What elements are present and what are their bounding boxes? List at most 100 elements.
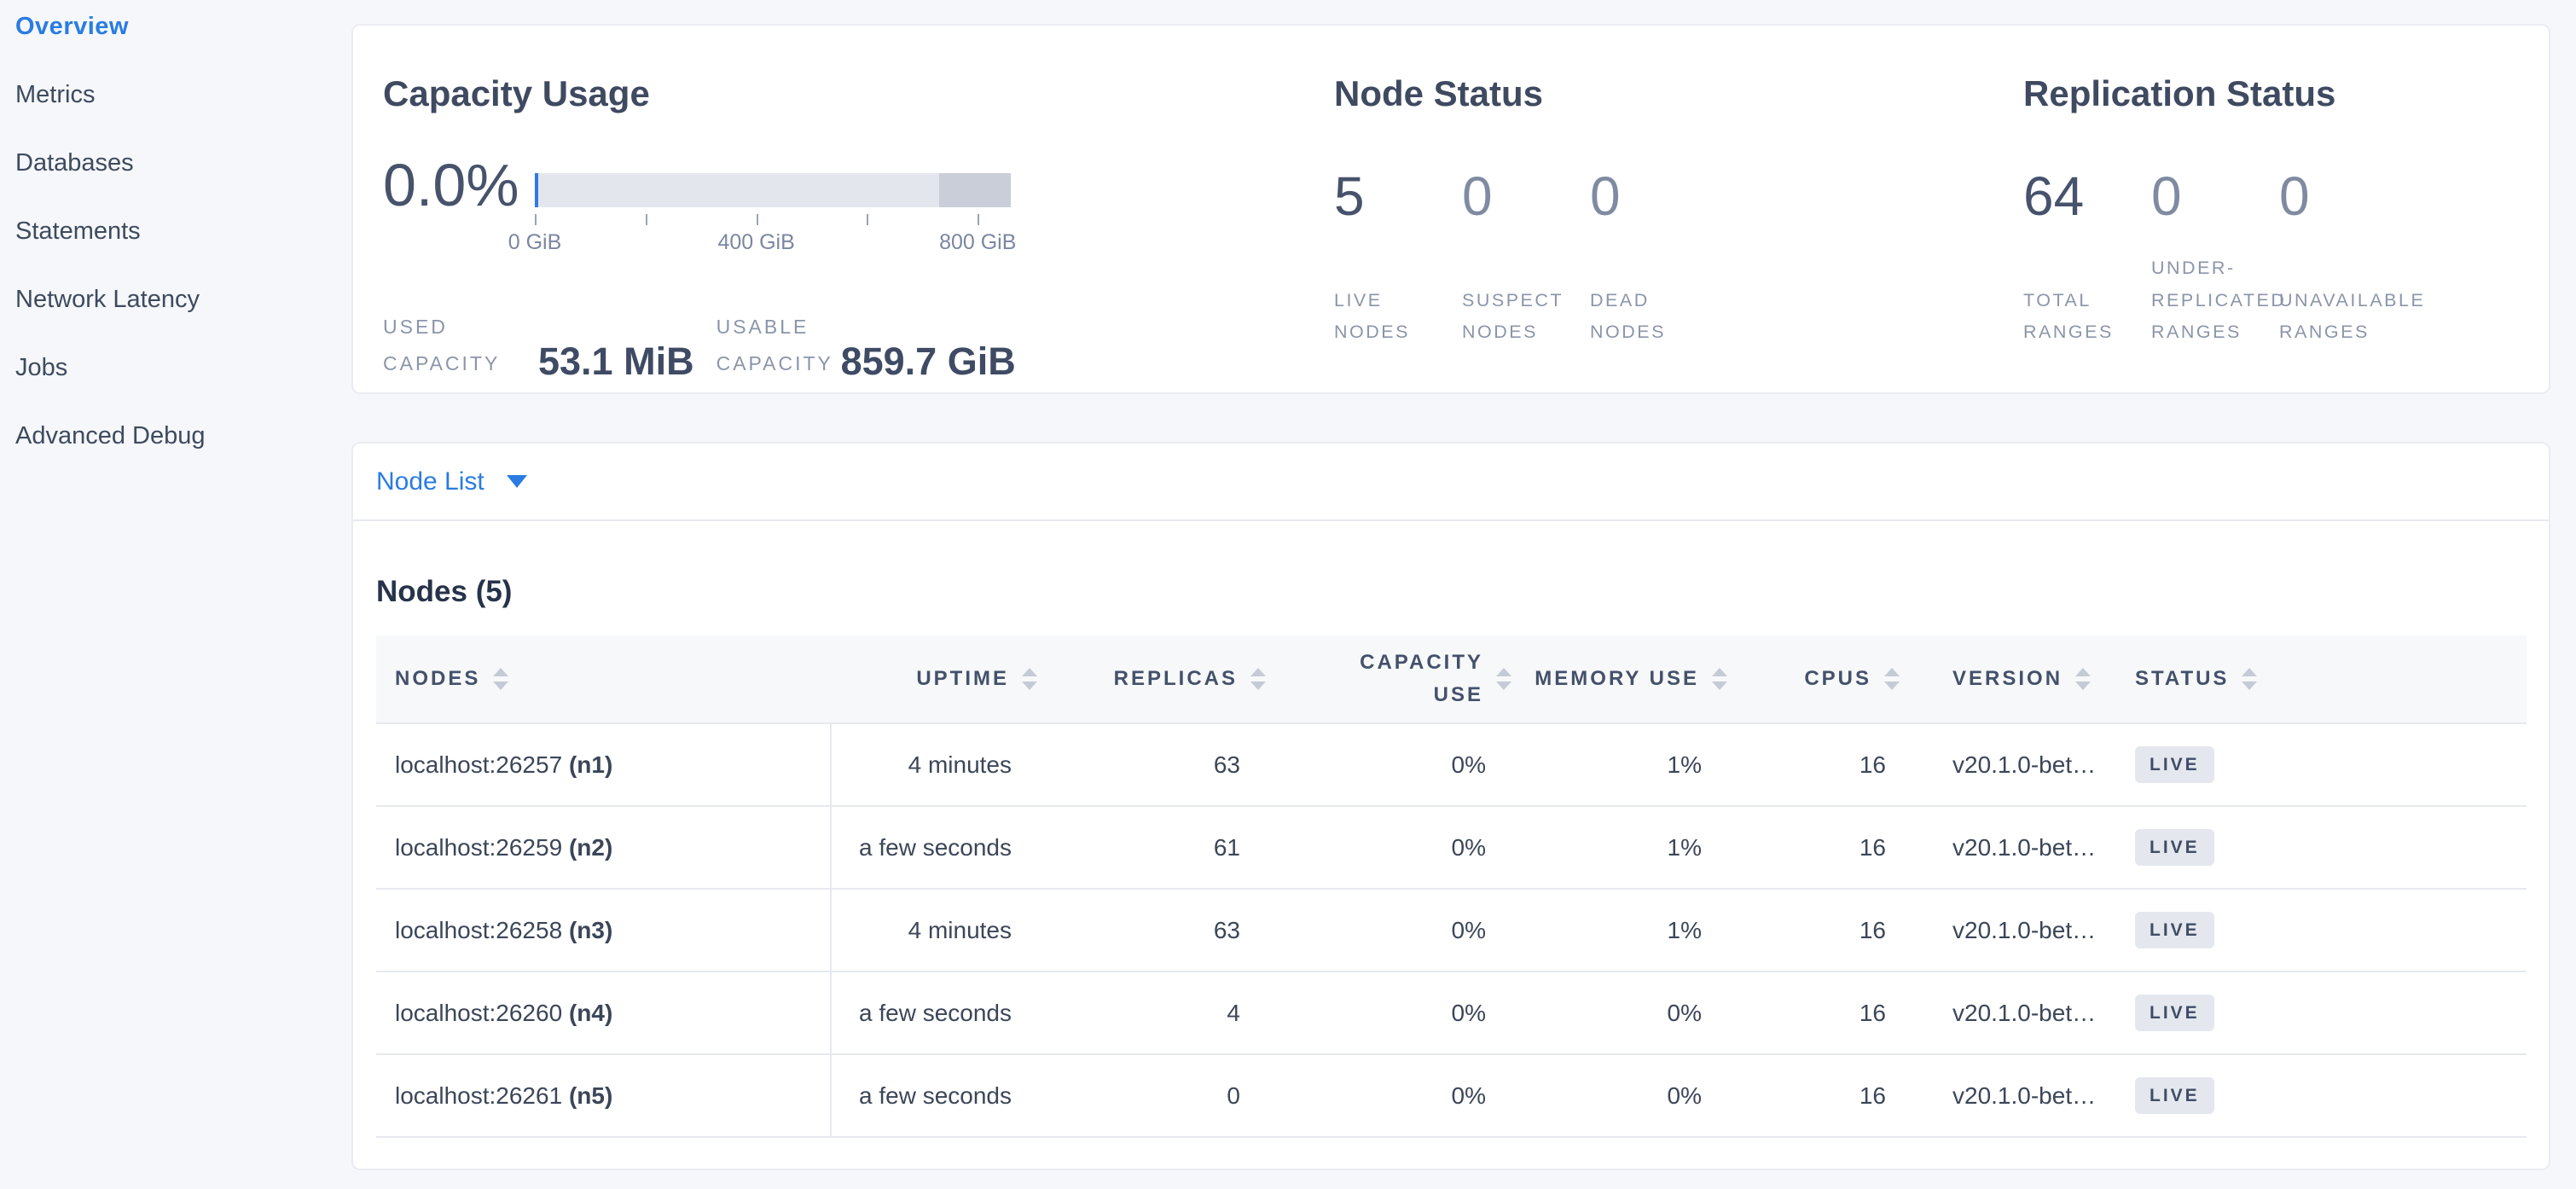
replication-status-stats: 64TOTAL RANGES0UNDER-REPLICATED RANGES0U… bbox=[2023, 169, 2549, 349]
sort-icon bbox=[2242, 668, 2257, 690]
column-header-status[interactable]: STATUS bbox=[2122, 635, 2527, 723]
memory-use-cell: 1% bbox=[1520, 889, 1732, 972]
sort-icon bbox=[493, 668, 508, 690]
cpus-cell: 16 bbox=[1732, 723, 1900, 806]
sidebar-item-jobs[interactable]: Jobs bbox=[15, 334, 351, 402]
replicas-cell: 63 bbox=[1042, 889, 1273, 972]
capacity-stats: USED CAPACITY53.1 MiBUSABLE CAPACITY 859.… bbox=[383, 309, 1331, 381]
column-header-label: STATUS bbox=[2135, 667, 2229, 691]
stat-dead-nodes: 0DEAD NODES bbox=[1590, 169, 1718, 349]
status-badge: LIVE bbox=[2135, 1077, 2214, 1114]
sidebar-item-advanced-debug[interactable]: Advanced Debug bbox=[15, 402, 351, 470]
node-list-card: Node List Nodes (5) NODESUPTIMEREPLICASC… bbox=[351, 442, 2550, 1170]
stat-value: 0 bbox=[1462, 169, 1590, 223]
sort-icon bbox=[1250, 668, 1266, 690]
stat-value: 0 bbox=[2279, 169, 2407, 223]
column-header-label: UPTIME bbox=[916, 667, 1009, 691]
node-id: (n5) bbox=[569, 1082, 612, 1109]
column-header-uptime[interactable]: UPTIME bbox=[831, 635, 1042, 723]
stat-value: 859.7 GiB bbox=[841, 341, 1016, 381]
column-header-node[interactable]: NODES bbox=[376, 635, 831, 723]
table-row[interactable]: localhost:26259 (n2)a few seconds610%1%1… bbox=[376, 806, 2527, 889]
capacity-usage-section: Capacity Usage 0.0% 0 GiB400 GiB800 GiB … bbox=[353, 26, 1331, 392]
uptime-cell: a few seconds bbox=[831, 972, 1042, 1054]
replication-status-section: Replication Status 64TOTAL RANGES0UNDER-… bbox=[2023, 26, 2549, 392]
sidebar-item-metrics[interactable]: Metrics bbox=[15, 61, 351, 129]
table-header-row: NODES UPTIME REPLICASCAPACITY USE MEMORY US… bbox=[376, 635, 2527, 723]
column-header-replicas[interactable]: REPLICAS bbox=[1042, 635, 1273, 723]
node-address-cell[interactable]: localhost:26259 (n2) bbox=[376, 806, 831, 889]
memory-use-cell: 1% bbox=[1520, 806, 1732, 889]
cpus-cell: 16 bbox=[1732, 972, 1900, 1054]
sort-icon bbox=[1884, 668, 1900, 690]
node-address-cell[interactable]: localhost:26260 (n4) bbox=[376, 972, 831, 1054]
memory-use-cell: 1% bbox=[1520, 723, 1732, 806]
status-badge: LIVE bbox=[2135, 995, 2214, 1031]
node-id: (n1) bbox=[569, 751, 612, 778]
replicas-cell: 63 bbox=[1042, 723, 1273, 806]
column-header-label: MEMORY USE bbox=[1535, 667, 1699, 691]
memory-use-cell: 0% bbox=[1520, 972, 1732, 1054]
uptime-cell: 4 minutes bbox=[831, 889, 1042, 972]
status-cell: LIVE bbox=[2122, 723, 2527, 806]
stat-value: 0 bbox=[1590, 169, 1718, 223]
sidebar-item-overview[interactable]: Overview bbox=[15, 0, 351, 61]
uptime-cell: a few seconds bbox=[831, 1054, 1042, 1137]
gauge-axis-labels: 0 GiB400 GiB800 GiB bbox=[535, 230, 1011, 256]
node-address-cell[interactable]: localhost:26258 (n3) bbox=[376, 889, 831, 972]
table-row[interactable]: localhost:26260 (n4)a few seconds40%0%16… bbox=[376, 972, 2527, 1054]
node-id: (n3) bbox=[569, 917, 612, 943]
stat-value: 0 bbox=[2151, 169, 2279, 223]
capacity-use-cell: 0% bbox=[1273, 889, 1520, 972]
version-cell: v20.1.0-bet… bbox=[1900, 889, 2122, 972]
capacity-stat-usable-capacity: USABLE CAPACITY 859.7 GiB bbox=[717, 309, 1038, 381]
stat-label: USABLE CAPACITY bbox=[717, 309, 829, 381]
table-row[interactable]: localhost:26257 (n1)4 minutes630%1%16v20… bbox=[376, 723, 2527, 806]
stat-value: 53.1 MiB bbox=[538, 341, 694, 381]
cpus-cell: 16 bbox=[1732, 889, 1900, 972]
capacity-use-cell: 0% bbox=[1273, 806, 1520, 889]
capacity-use-cell: 0% bbox=[1273, 723, 1520, 806]
stat-label: UNAVAILABLE RANGES bbox=[2279, 285, 2407, 349]
status-badge: LIVE bbox=[2135, 829, 2214, 866]
node-list-dropdown[interactable]: Node List bbox=[376, 467, 527, 496]
sidebar-item-network-latency[interactable]: Network Latency bbox=[15, 265, 351, 334]
nodes-heading: Nodes (5) bbox=[376, 574, 2526, 610]
node-list-dropdown-label: Node List bbox=[376, 467, 484, 496]
gauge-tick bbox=[535, 214, 537, 225]
column-header-cpus[interactable]: CPUS bbox=[1732, 635, 1900, 723]
capacity-stat-used-capacity: USED CAPACITY53.1 MiB bbox=[383, 309, 717, 381]
capacity-percent: 0.0% bbox=[383, 154, 535, 217]
status-cell: LIVE bbox=[2122, 972, 2527, 1054]
stat-under-replicated-ranges: 0 UNDER-REPLICATED RANGES bbox=[2151, 169, 2279, 349]
capacity-usage-title: Capacity Usage bbox=[383, 73, 1331, 114]
status-badge: LIVE bbox=[2135, 912, 2214, 948]
stat-label: LIVE NODES bbox=[1334, 285, 1462, 349]
sort-icon bbox=[1496, 668, 1511, 690]
replication-status-title: Replication Status bbox=[2023, 73, 2549, 114]
table-row[interactable]: localhost:26258 (n3)4 minutes630%1%16v20… bbox=[376, 889, 2527, 972]
capacity-gauge-bar bbox=[535, 173, 1011, 207]
gauge-tick bbox=[867, 214, 868, 225]
version-cell: v20.1.0-bet… bbox=[1900, 972, 2122, 1054]
column-header-memory_use[interactable]: MEMORY USE bbox=[1520, 635, 1732, 723]
sort-icon bbox=[2075, 668, 2091, 690]
node-list-bar: Node List bbox=[353, 444, 2549, 521]
stat-label: UNDER-REPLICATED RANGES bbox=[2151, 252, 2279, 349]
column-header-label: NODES bbox=[395, 667, 480, 691]
node-address-cell[interactable]: localhost:26257 (n1) bbox=[376, 723, 831, 806]
node-id: (n2) bbox=[569, 834, 612, 861]
column-header-capacity_use[interactable]: CAPACITY USE bbox=[1273, 635, 1520, 723]
sort-icon bbox=[1712, 668, 1727, 690]
column-header-version[interactable]: VERSION bbox=[1900, 635, 2122, 723]
sidebar-nav: OverviewMetricsDatabasesStatementsNetwor… bbox=[0, 0, 351, 470]
table-row[interactable]: localhost:26261 (n5)a few seconds00%0%16… bbox=[376, 1054, 2527, 1137]
stat-value: 64 bbox=[2023, 169, 2151, 223]
column-header-label: CPUS bbox=[1804, 667, 1871, 691]
capacity-gauge: 0 GiB400 GiB800 GiB bbox=[535, 173, 1011, 217]
stat-live-nodes: 5LIVE NODES bbox=[1334, 169, 1462, 349]
sidebar-item-databases[interactable]: Databases bbox=[15, 129, 351, 197]
sidebar-item-statements[interactable]: Statements bbox=[15, 197, 351, 265]
nodes-table: NODES UPTIME REPLICASCAPACITY USE MEMORY US… bbox=[376, 635, 2527, 1138]
node-address-cell[interactable]: localhost:26261 (n5) bbox=[376, 1054, 831, 1137]
